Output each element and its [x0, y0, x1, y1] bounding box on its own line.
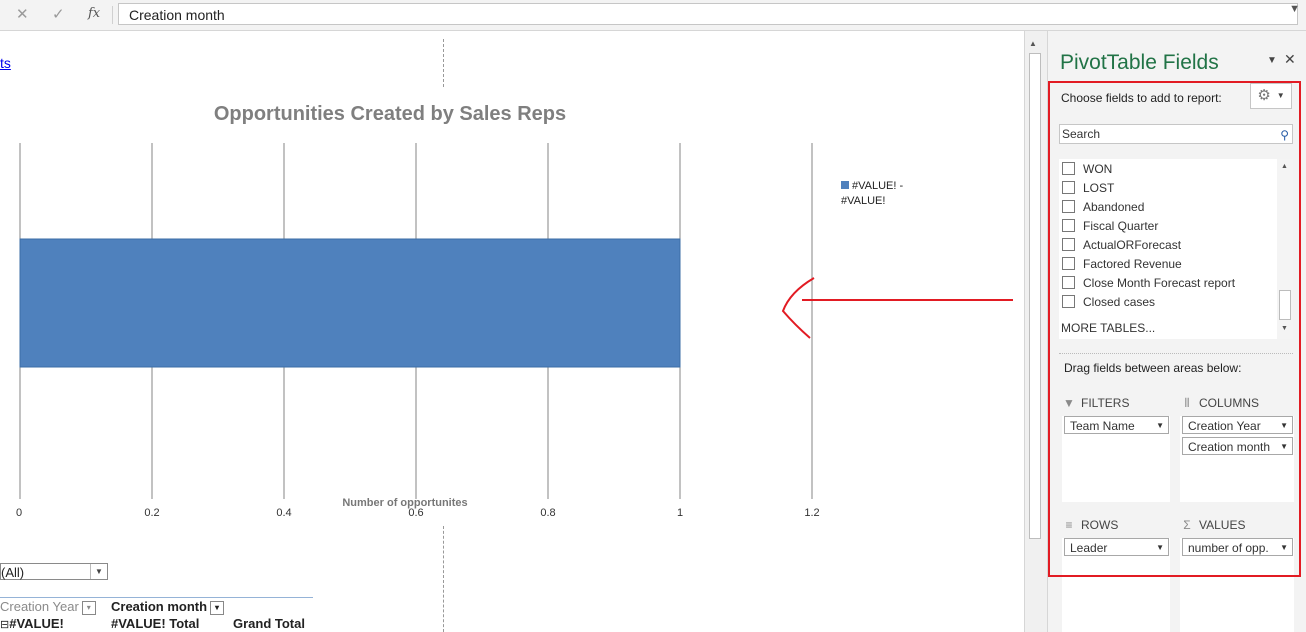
cancel-icon[interactable]: ✕: [16, 5, 29, 23]
filters-area[interactable]: ▼ FILTERS Team Name ▼: [1062, 396, 1170, 502]
chevron-down-icon[interactable]: ▼: [1156, 539, 1164, 557]
vertical-scrollbar[interactable]: ▲: [1024, 31, 1047, 632]
pivot-header-creation-month[interactable]: Creation month ▾: [111, 598, 225, 616]
values-area[interactable]: Σ VALUES number of opp. ▼: [1180, 518, 1294, 632]
scroll-up-icon[interactable]: ▲: [1029, 39, 1037, 48]
pivottable-fields-pane: PivotTable Fields ▼ ✕ Choose fields to a…: [1047, 31, 1306, 632]
drag-fields-label: Drag fields between areas below:: [1064, 361, 1242, 375]
scroll-down-icon[interactable]: ▼: [1281, 325, 1288, 332]
hyperlink-cell[interactable]: ts: [0, 55, 11, 71]
report-filter-dropdown[interactable]: (All) ▼: [0, 563, 108, 580]
chevron-down-icon: ▼: [1276, 91, 1285, 100]
checkbox[interactable]: [1062, 162, 1075, 175]
values-header: Σ VALUES: [1180, 514, 1290, 536]
chevron-down-icon[interactable]: ▼: [90, 564, 107, 579]
filter-dropdown-icon[interactable]: ▾: [210, 600, 225, 615]
columns-header: ⦀ COLUMNS: [1180, 392, 1290, 414]
chevron-down-icon[interactable]: ▼: [1156, 417, 1164, 435]
legend-entry: #VALUE! -: [841, 179, 903, 194]
bar-chart[interactable]: 0 0.2 0.4 0.6 0.8 1 1.2: [0, 143, 830, 523]
more-tables-link[interactable]: MORE TABLES...: [1061, 321, 1155, 335]
checkbox[interactable]: [1062, 238, 1075, 251]
chart-legend[interactable]: #VALUE! - #VALUE!: [841, 179, 903, 209]
chevron-down-icon[interactable]: ▼: [1280, 417, 1288, 435]
rows-icon: ≡: [1065, 518, 1073, 532]
pivot-header-row: Creation Year ▾ Creation month ▾: [0, 597, 313, 616]
collapse-icon[interactable]: ⊟: [0, 619, 9, 631]
formula-input[interactable]: Creation month: [118, 3, 1298, 25]
field-chip-team-name[interactable]: Team Name ▼: [1064, 416, 1169, 434]
checkmark-icon[interactable]: ✓: [52, 5, 65, 23]
checkbox[interactable]: [1062, 276, 1075, 289]
bar: [19, 238, 681, 368]
chevron-down-icon[interactable]: ▼: [1280, 438, 1288, 456]
page-break-line: [443, 526, 444, 632]
worksheet[interactable]: ts Opportunities Created by Sales Reps 0…: [0, 31, 1024, 632]
pane-options-icon[interactable]: ▼: [1267, 55, 1277, 66]
filters-header: ▼ FILTERS: [1062, 392, 1172, 414]
formula-bar: ✕ ✓ fx Creation month ▼: [0, 0, 1306, 31]
close-icon[interactable]: ✕: [1284, 51, 1296, 68]
field-chip-number-of-opp[interactable]: number of opp. ▼: [1182, 538, 1293, 556]
pane-title: PivotTable Fields: [1060, 51, 1219, 74]
field-list[interactable]: WON LOST Abandoned Fiscal Quarter Actual…: [1059, 159, 1293, 339]
checkbox[interactable]: [1062, 257, 1075, 270]
field-item-abandoned[interactable]: Abandoned: [1062, 199, 1144, 215]
filter-icon: ▼: [1063, 396, 1075, 410]
checkbox[interactable]: [1062, 181, 1075, 194]
pivot-header-creation-year[interactable]: Creation Year ▾: [0, 598, 96, 616]
field-chip-creation-year[interactable]: Creation Year ▼: [1182, 416, 1293, 434]
field-item-lost[interactable]: LOST: [1062, 180, 1114, 196]
formula-bar-separator: [112, 6, 113, 24]
checkbox[interactable]: [1062, 219, 1075, 232]
rows-area[interactable]: ≡ ROWS Leader ▼: [1062, 518, 1170, 632]
page-break-line: [443, 39, 444, 87]
checkbox[interactable]: [1062, 200, 1075, 213]
chevron-down-icon[interactable]: ▼: [1289, 3, 1300, 15]
legend-swatch: [841, 181, 849, 189]
function-icon[interactable]: fx: [88, 6, 100, 21]
filter-value: (All): [1, 565, 25, 580]
scrollbar-thumb[interactable]: [1029, 53, 1041, 539]
x-axis-label[interactable]: Number of opportunites: [0, 497, 810, 509]
pivot-grand-total-label[interactable]: Grand Total: [233, 615, 305, 632]
field-item-closed-cases[interactable]: Closed cases: [1062, 294, 1155, 310]
legend-text-line-2: #VALUE!: [841, 195, 886, 207]
chevron-down-icon[interactable]: ▼: [1280, 539, 1288, 557]
search-icon[interactable]: ⚲: [1280, 126, 1289, 144]
gear-icon[interactable]: ⚙ ▼: [1250, 83, 1292, 109]
field-chip-leader[interactable]: Leader ▼: [1064, 538, 1169, 556]
field-item-close-month-forecast-report[interactable]: Close Month Forecast report: [1062, 275, 1235, 291]
scrollbar-thumb[interactable]: [1279, 290, 1291, 320]
filter-dropdown-icon[interactable]: ▾: [81, 600, 96, 615]
search-input[interactable]: Search ⚲: [1059, 124, 1293, 144]
columns-icon: ⦀: [1184, 396, 1190, 410]
pivot-label-row: ⊟#VALUE! #VALUE! Total Grand Total: [0, 615, 313, 632]
columns-area[interactable]: ⦀ COLUMNS Creation Year ▼ Creation month ▼: [1180, 396, 1294, 502]
field-list-scrollbar[interactable]: ▲ ▼: [1277, 159, 1293, 339]
field-item-fiscal-quarter[interactable]: Fiscal Quarter: [1062, 218, 1158, 234]
legend-text-line-1: #VALUE! -: [852, 180, 904, 192]
chart-title[interactable]: Opportunities Created by Sales Reps: [0, 103, 780, 126]
pivot-total-label[interactable]: #VALUE! Total: [111, 615, 199, 632]
field-item-factored-revenue[interactable]: Factored Revenue: [1062, 256, 1182, 272]
field-item-actual-or-forecast[interactable]: ActualORForecast: [1062, 237, 1181, 253]
sigma-icon: Σ: [1183, 518, 1191, 532]
divider: [1059, 353, 1293, 354]
field-item-won[interactable]: WON: [1062, 161, 1112, 177]
pivot-row-label[interactable]: ⊟#VALUE!: [0, 615, 64, 632]
scroll-up-icon[interactable]: ▲: [1281, 163, 1288, 170]
rows-header: ≡ ROWS: [1062, 514, 1172, 536]
field-chip-creation-month[interactable]: Creation month ▼: [1182, 437, 1293, 455]
choose-fields-label: Choose fields to add to report:: [1061, 91, 1222, 105]
checkbox[interactable]: [1062, 295, 1075, 308]
